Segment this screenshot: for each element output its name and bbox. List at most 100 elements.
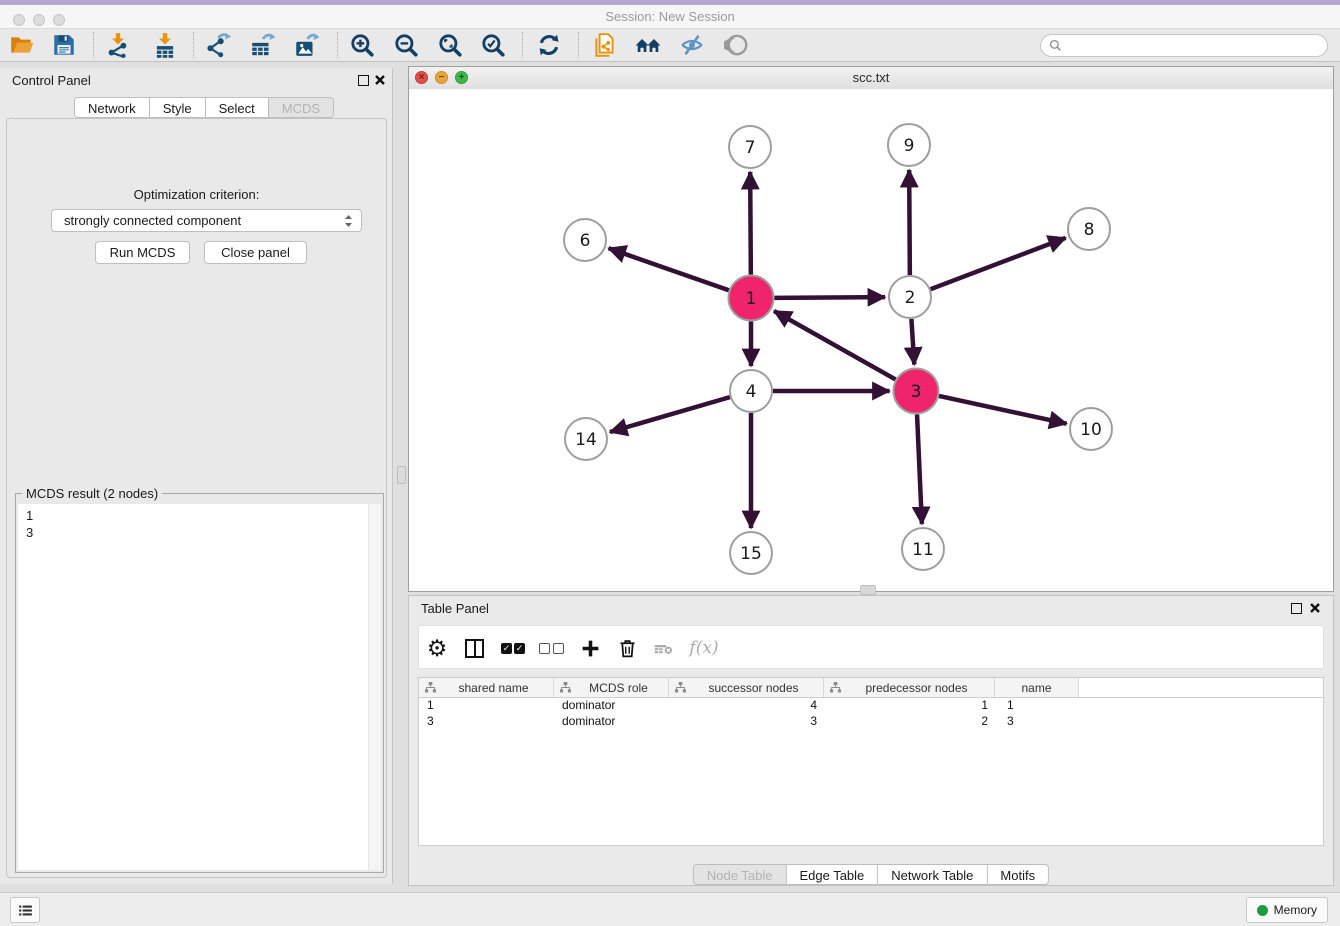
memory-button[interactable]: Memory: [1246, 897, 1328, 923]
optimization-criterion-select[interactable]: strongly connected component: [51, 209, 362, 232]
new-network-from-selection-button[interactable]: [591, 31, 619, 59]
graph-node-15[interactable]: 15: [730, 532, 772, 574]
tab-select[interactable]: Select: [206, 97, 269, 118]
zoom-in-icon: [349, 32, 375, 58]
column-header-predecessor-nodes[interactable]: predecessor nodes: [824, 678, 995, 697]
task-history-button[interactable]: [10, 897, 40, 923]
table-cell[interactable]: 3: [995, 714, 1079, 730]
select-all-rows-button[interactable]: ✓✓: [499, 634, 527, 662]
table-cell[interactable]: 1: [824, 698, 995, 714]
search-input[interactable]: [1067, 38, 1327, 54]
tab-network-table[interactable]: Network Table: [878, 864, 987, 885]
first-neighbors-button[interactable]: [634, 31, 662, 59]
tab-edge-table[interactable]: Edge Table: [786, 864, 878, 885]
table-cell[interactable]: dominator: [554, 698, 669, 714]
table-row[interactable]: 1dominator411: [419, 698, 1323, 714]
add-column-button[interactable]: [576, 634, 604, 662]
graph-node-2[interactable]: 2: [889, 276, 931, 318]
column-header-MCDS-role[interactable]: MCDS role: [554, 678, 669, 697]
table-cell[interactable]: 1: [419, 698, 554, 714]
graph-node-3[interactable]: 3: [894, 369, 939, 414]
delete-table-button[interactable]: [649, 634, 677, 662]
import-network-button[interactable]: [104, 31, 132, 59]
graph-edge-4-14[interactable]: [610, 397, 730, 432]
hierarchy-icon: [425, 682, 436, 693]
graph-node-9[interactable]: 9: [888, 124, 930, 166]
save-session-button[interactable]: [50, 31, 78, 59]
tab-node-table[interactable]: Node Table: [693, 864, 787, 885]
graph-node-1[interactable]: 1: [729, 276, 774, 321]
table-cell[interactable]: 1: [995, 698, 1079, 714]
tab-motifs[interactable]: Motifs: [987, 864, 1049, 885]
delete-columns-button[interactable]: [613, 634, 641, 662]
graph-node-8[interactable]: 8: [1068, 208, 1110, 250]
graph-edge-1-7[interactable]: [750, 172, 751, 275]
table-cell[interactable]: 4: [669, 698, 824, 714]
tab-mcds[interactable]: MCDS: [269, 97, 334, 118]
zoom-out-button[interactable]: [392, 31, 420, 59]
column-header-name[interactable]: name: [995, 678, 1079, 697]
mcds-result-textarea[interactable]: 1 3: [18, 504, 381, 870]
apply-function-button[interactable]: f(x): [686, 634, 722, 662]
network-view-titlebar[interactable]: × − + scc.txt: [409, 67, 1333, 90]
open-session-button[interactable]: [8, 31, 36, 59]
graph-edge-1-6[interactable]: [609, 248, 729, 290]
vertical-split-handle[interactable]: [397, 466, 406, 484]
graph-edge-2-3[interactable]: [911, 319, 914, 365]
result-scrollbar[interactable]: [368, 504, 381, 870]
svg-text:15: 15: [740, 544, 762, 564]
graph-edge-1-2[interactable]: [774, 297, 885, 298]
toggle-panes-button[interactable]: [460, 634, 488, 662]
table-row[interactable]: 3dominator323: [419, 714, 1323, 730]
network-canvas[interactable]: 1 2 3 4 6 7 8 9 10 11 14 15: [409, 89, 1333, 591]
show-all-button[interactable]: [723, 31, 751, 59]
graph-node-4[interactable]: 4: [730, 370, 772, 412]
run-mcds-button[interactable]: Run MCDS: [95, 241, 190, 264]
close-panel-icon[interactable]: [373, 73, 387, 87]
hierarchy-icon: [675, 682, 686, 693]
graph-edge-3-11[interactable]: [917, 414, 922, 524]
graph-edge-3-1[interactable]: [774, 311, 895, 379]
table-cell[interactable]: 3: [419, 714, 554, 730]
zoom-fit-button[interactable]: [436, 31, 464, 59]
node-table: shared nameMCDS rolesuccessor nodesprede…: [418, 677, 1324, 846]
network-view-title: scc.txt: [409, 67, 1333, 89]
graph-node-11[interactable]: 11: [902, 528, 944, 570]
refresh-layout-button[interactable]: [535, 31, 563, 59]
graph-edge-2-8[interactable]: [931, 238, 1066, 289]
zoom-in-button[interactable]: [348, 31, 376, 59]
float-panel-icon[interactable]: [1291, 603, 1302, 614]
plus-icon: [580, 638, 601, 659]
search-box[interactable]: [1040, 34, 1328, 57]
column-header-successor-nodes[interactable]: successor nodes: [669, 678, 824, 697]
graph-node-14[interactable]: 14: [565, 418, 607, 460]
import-table-button[interactable]: [151, 31, 179, 59]
close-panel-button[interactable]: Close panel: [204, 241, 307, 264]
tab-network[interactable]: Network: [74, 97, 150, 118]
table-panel: Table Panel ⚙ ✓✓ f(x) shared nameMCDS ro…: [408, 595, 1334, 886]
toolbar-separator: [522, 32, 523, 58]
graph-node-10[interactable]: 10: [1070, 408, 1112, 450]
column-header-shared-name[interactable]: shared name: [419, 678, 554, 697]
toolbar-separator: [93, 32, 94, 58]
tab-style[interactable]: Style: [150, 97, 206, 118]
table-cell[interactable]: 2: [824, 714, 995, 730]
table-toolbar: ⚙ ✓✓ f(x): [418, 625, 1324, 669]
table-settings-button[interactable]: ⚙: [423, 634, 451, 662]
float-panel-icon[interactable]: [358, 75, 369, 86]
export-table-button[interactable]: [248, 31, 276, 59]
hide-selected-button[interactable]: [678, 31, 706, 59]
graph-edge-2-9[interactable]: [909, 170, 910, 275]
export-network-button[interactable]: [204, 31, 232, 59]
export-table-icon: [249, 32, 275, 58]
deselect-all-rows-button[interactable]: [537, 634, 565, 662]
horizontal-split-handle[interactable]: [860, 585, 876, 595]
close-panel-icon[interactable]: [1308, 601, 1322, 615]
table-cell[interactable]: dominator: [554, 714, 669, 730]
table-cell[interactable]: 3: [669, 714, 824, 730]
graph-node-6[interactable]: 6: [564, 219, 606, 261]
export-image-button[interactable]: [292, 31, 320, 59]
graph-node-7[interactable]: 7: [729, 126, 771, 168]
zoom-selected-button[interactable]: [479, 31, 507, 59]
graph-edge-3-10[interactable]: [939, 396, 1067, 424]
